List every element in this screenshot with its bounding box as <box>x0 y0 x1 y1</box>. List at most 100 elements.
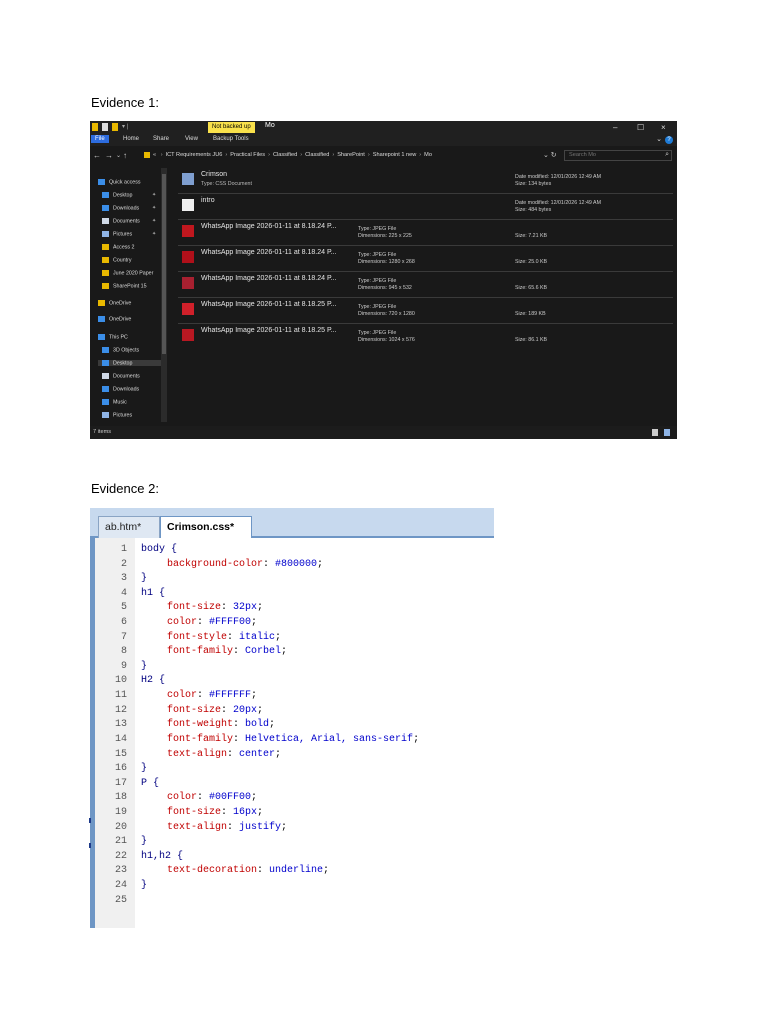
sidebar-item-june-2020-paper[interactable]: June 2020 Paper <box>102 270 153 276</box>
sidebar-item-pictures[interactable]: Pictures <box>102 412 132 418</box>
line-number: 5 <box>120 602 127 614</box>
sidebar-item-country[interactable]: Country <box>102 257 132 263</box>
file-type: Type: JPEG File <box>358 278 397 284</box>
css-property: background-color <box>167 558 264 570</box>
sidebar-item-downloads[interactable]: Downloads <box>102 386 139 392</box>
code-line: 1 body { <box>95 543 494 558</box>
sidebar-item-label: OneDrive <box>109 300 132 307</box>
sidebar-item-onedrive[interactable]: OneDrive <box>98 300 131 306</box>
sidebar-item-desktop[interactable]: Desktop <box>102 192 132 198</box>
css-semicolon: ; <box>317 558 324 570</box>
forward-icon[interactable]: → <box>105 151 113 160</box>
code-line: 14 font-family: Helvetica, Arial, sans-se… <box>95 733 494 748</box>
file-row[interactable]: WhatsApp Image 2026-01-11 at 8.18.25 P..… <box>178 324 673 349</box>
back-icon[interactable]: ← <box>93 151 101 160</box>
code-editor: ab.htm* Crimson.css* 1 body {2 background-… <box>90 508 494 928</box>
sidebar-item-onedrive[interactable]: OneDrive <box>98 316 131 322</box>
file-row[interactable]: WhatsApp Image 2026-01-11 at 8.18.24 P..… <box>178 246 673 272</box>
css-colon: : <box>221 806 234 818</box>
desktop-icon <box>102 192 109 198</box>
address-bar[interactable]: « › ICT Requirements JU6 › Practical Files ›… <box>144 150 564 161</box>
breadcrumb-item[interactable]: Practical Files <box>230 152 265 158</box>
breadcrumb-item[interactable]: Classified <box>273 152 297 158</box>
line-content: text-align: center; <box>141 748 281 763</box>
code-line: 2 background-color: #800000; <box>95 558 494 573</box>
nav-scrollbar[interactable] <box>161 168 167 422</box>
title-bar: ▾ | Not backed up Mo – ☐ × <box>90 121 677 134</box>
file-size: Size: 7.21 KB <box>515 233 548 239</box>
sidebar-item-music[interactable]: Music <box>102 399 127 405</box>
sidebar-item-documents[interactable]: Documents <box>102 218 140 224</box>
refresh-icon[interactable]: ⌄ ↻ <box>543 151 557 159</box>
breadcrumb-item[interactable]: Classified <box>305 152 329 158</box>
scrollbar-thumb[interactable] <box>162 174 166 354</box>
line-number: 12 <box>114 704 127 716</box>
line-number: 19 <box>114 806 127 818</box>
breadcrumb-item[interactable]: Sharepoint 1 new <box>373 152 417 158</box>
tab-view[interactable]: View <box>185 136 198 142</box>
css-semicolon: ; <box>281 646 288 658</box>
css-value: justify <box>239 821 282 833</box>
css-selector: H2 { <box>141 675 166 687</box>
code-area[interactable]: 1 body {2 background-color: #800000; 3} 4 h1 … <box>95 543 494 908</box>
breadcrumb-item[interactable]: ICT Requirements JU6 <box>166 152 223 158</box>
help-icon[interactable]: ? <box>665 136 673 144</box>
css-colon: : <box>221 704 234 716</box>
line-content: font-size: 20px; <box>141 704 263 719</box>
file-name: WhatsApp Image 2026-01-11 at 8.18.24 P..… <box>201 223 337 230</box>
tab-backup-tools[interactable]: Backup Tools <box>213 136 249 142</box>
up-icon[interactable]: ↑ <box>123 151 127 160</box>
sidebar-item-pictures[interactable]: Pictures <box>102 231 132 237</box>
tab-crimson-css[interactable]: Crimson.css* <box>160 516 252 538</box>
sidebar-item-this-pc[interactable]: This PC <box>98 334 128 340</box>
recent-dropdown-icon[interactable]: ⌄ <box>116 152 121 159</box>
file-date-modified: Date modified: 12/01/2026 12:49 AM <box>515 200 601 206</box>
item-count: 7 items <box>93 429 112 435</box>
css-semicolon: ; <box>275 748 282 760</box>
status-bar: 7 items <box>90 426 677 439</box>
breadcrumb-item[interactable]: Mo <box>424 152 432 158</box>
sidebar-item-documents[interactable]: Documents <box>102 373 140 379</box>
details-view-icon[interactable] <box>652 429 658 436</box>
css-semicolon: ; <box>257 602 264 614</box>
sidebar-item-3d-objects[interactable]: 3D Objects <box>102 347 139 353</box>
sidebar-item-label: SharePoint 15 <box>113 283 147 290</box>
css-selector: body { <box>141 544 178 555</box>
sidebar-item-quick-access[interactable]: Quick access <box>98 179 141 185</box>
sidebar-item-downloads[interactable]: Downloads <box>102 205 139 211</box>
close-button[interactable]: × <box>661 121 666 134</box>
file-row[interactable]: WhatsApp Image 2026-01-11 at 8.18.25 P..… <box>178 298 673 324</box>
chevron-right-icon: › <box>332 152 335 158</box>
line-content: P { <box>141 777 159 792</box>
folder-icon <box>102 257 109 263</box>
large-icons-view-icon[interactable] <box>664 429 670 436</box>
quick-access-dropdown-icon[interactable]: ▾ | <box>122 123 128 130</box>
file-size: Size: 134 bytes <box>515 181 552 187</box>
line-content: color: #00FF00; <box>141 791 257 806</box>
sidebar-item-desktop[interactable]: Desktop <box>98 360 164 367</box>
properties-icon[interactable] <box>102 123 108 131</box>
sidebar-item-label: Desktop <box>113 360 133 367</box>
breadcrumb-item[interactable]: SharePoint <box>337 152 365 158</box>
chevron-down-icon[interactable]: ⌄ <box>656 135 662 143</box>
tab-home[interactable]: Home <box>123 136 139 142</box>
minimize-button[interactable]: – <box>613 121 617 134</box>
line-content: } <box>141 762 147 777</box>
maximize-button[interactable]: ☐ <box>637 121 644 134</box>
line-content: } <box>141 879 147 894</box>
file-row[interactable]: WhatsApp Image 2026-01-11 at 8.18.24 P..… <box>178 272 673 298</box>
folder-icon <box>98 300 105 306</box>
tab-ab-htm[interactable]: ab.htm* <box>98 516 160 538</box>
tab-file[interactable]: File <box>91 135 109 143</box>
file-row[interactable]: Crimson Type: CSS Document Date modified: … <box>178 168 673 194</box>
sidebar-item-access-2[interactable]: Access 2 <box>102 244 135 250</box>
file-row[interactable]: intro Date modified: 12/01/2026 12:49 AM S… <box>178 194 673 220</box>
search-input[interactable] <box>564 150 672 161</box>
code-line: 4 h1 { <box>95 587 494 602</box>
address-overflow[interactable]: « <box>153 152 156 158</box>
new-folder-icon[interactable] <box>112 123 118 131</box>
sidebar-item-sharepoint-15[interactable]: SharePoint 15 <box>102 283 147 289</box>
css-semicolon: ; <box>251 792 258 804</box>
file-row[interactable]: WhatsApp Image 2026-01-11 at 8.18.24 P..… <box>178 220 673 246</box>
tab-share[interactable]: Share <box>153 136 169 142</box>
